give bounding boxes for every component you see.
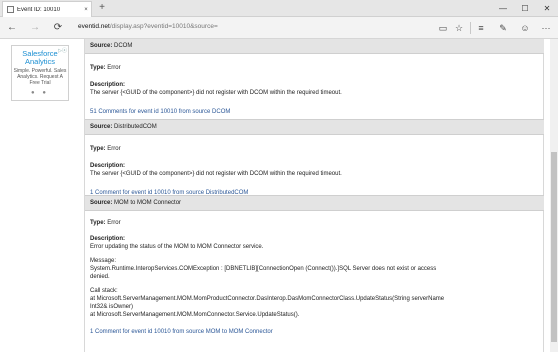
type-label: Type: xyxy=(90,220,106,226)
callstack-line: at Microsoft.ServerManagement.MOM.MomCon… xyxy=(90,312,300,318)
description-label: Description: xyxy=(90,163,126,169)
comments-link[interactable]: 1 Comment for event id 10010 from source… xyxy=(90,328,544,336)
source-label: Source: xyxy=(90,43,113,49)
more-menu-icon[interactable]: ··· xyxy=(539,21,553,35)
refresh-icon[interactable]: ⟳ xyxy=(51,21,65,35)
section-header: Source: DistributedCOM xyxy=(85,120,544,135)
url-path: /display.asp?eventid=10010&source= xyxy=(109,23,218,30)
scrollbar-thumb[interactable] xyxy=(551,152,557,342)
description-text: Error updating the status of the MOM to … xyxy=(90,244,264,250)
message-label: Message: xyxy=(90,258,117,264)
callstack-line: at Microsoft.ServerManagement.MOM.MomPro… xyxy=(90,296,445,302)
tab-title: Event ID: 10010 xyxy=(17,6,61,13)
title-bar: Event ID: 10010 × + — ☐ ✕ xyxy=(0,0,558,17)
event-section-mom-connector: Source: MOM to MOM Connector Type: Error… xyxy=(85,195,544,336)
source-value: DistributedCOM xyxy=(114,124,157,130)
back-icon[interactable]: ← xyxy=(5,21,19,35)
type-label: Type: xyxy=(90,146,106,152)
callstack-line: Int32& isOwner) xyxy=(90,304,134,310)
ad-banner[interactable]: ▷ⓧ Salesforce Analytics Simple. Powerful… xyxy=(11,45,69,101)
close-window-icon[interactable]: ✕ xyxy=(536,0,558,17)
web-note-icon[interactable]: ✎ xyxy=(496,21,510,35)
section-header: Source: MOM to MOM Connector xyxy=(85,196,544,211)
callstack-label: Call stack: xyxy=(90,288,118,294)
type-value: Error xyxy=(107,220,121,226)
page-content: ▷ⓧ Salesforce Analytics Simple. Powerful… xyxy=(0,39,558,352)
ad-brand-line2: Analytics xyxy=(24,57,55,66)
window-controls: — ☐ ✕ xyxy=(492,0,558,17)
url-field[interactable]: eventid.net/display.asp?eventid=10010&so… xyxy=(78,23,218,30)
section-header: Source: DCOM xyxy=(85,39,544,54)
toolbar-divider xyxy=(470,22,471,34)
type-value: Error xyxy=(107,146,121,152)
address-bar: ← → ⟳ eventid.net/display.asp?eventid=10… xyxy=(0,17,558,39)
source-value: DCOM xyxy=(114,43,133,49)
feedback-icon[interactable]: ☺ xyxy=(518,21,532,35)
minimize-icon[interactable]: — xyxy=(492,0,514,17)
ad-pager-dots[interactable]: ● ● xyxy=(12,90,68,96)
forward-icon[interactable]: → xyxy=(28,21,42,35)
ad-tagline: Simple. Powerful. Sales Analytics. Reque… xyxy=(13,68,67,86)
event-section-distributedcom: Source: DistributedCOM Type: Error Descr… xyxy=(85,119,544,197)
new-tab-button[interactable]: + xyxy=(96,2,108,14)
url-host: eventid.net xyxy=(78,23,110,30)
type-label: Type: xyxy=(90,65,106,71)
description-label: Description: xyxy=(90,236,126,242)
event-list: Source: DCOM Type: Error Description: Th… xyxy=(84,39,544,352)
page-favicon-icon xyxy=(7,6,14,13)
comments-link[interactable]: 51 Comments for event id 10010 from sour… xyxy=(90,108,544,116)
hub-icon[interactable]: ≡ xyxy=(474,21,488,35)
ad-choices-icon[interactable]: ▷ⓧ xyxy=(58,47,67,54)
reading-view-icon[interactable]: ▭ xyxy=(436,21,450,35)
message-line: denied. xyxy=(90,274,110,280)
description-text: The server {<GUID of the component>} did… xyxy=(90,90,342,96)
event-section-dcom: Source: DCOM Type: Error Description: Th… xyxy=(85,39,544,116)
favorite-star-icon[interactable]: ☆ xyxy=(452,21,466,35)
description-label: Description: xyxy=(90,82,126,88)
source-label: Source: xyxy=(90,200,113,206)
source-label: Source: xyxy=(90,124,113,130)
tab-close-icon[interactable]: × xyxy=(81,7,91,13)
browser-tab[interactable]: Event ID: 10010 × xyxy=(2,1,92,17)
vertical-scrollbar[interactable] xyxy=(550,39,558,352)
type-value: Error xyxy=(107,65,121,71)
description-text: The server {<GUID of the component>} did… xyxy=(90,171,342,177)
maximize-icon[interactable]: ☐ xyxy=(514,0,536,17)
source-value: MOM to MOM Connector xyxy=(114,200,182,206)
message-line: System.Runtime.InteropServices.COMExcept… xyxy=(90,266,437,272)
